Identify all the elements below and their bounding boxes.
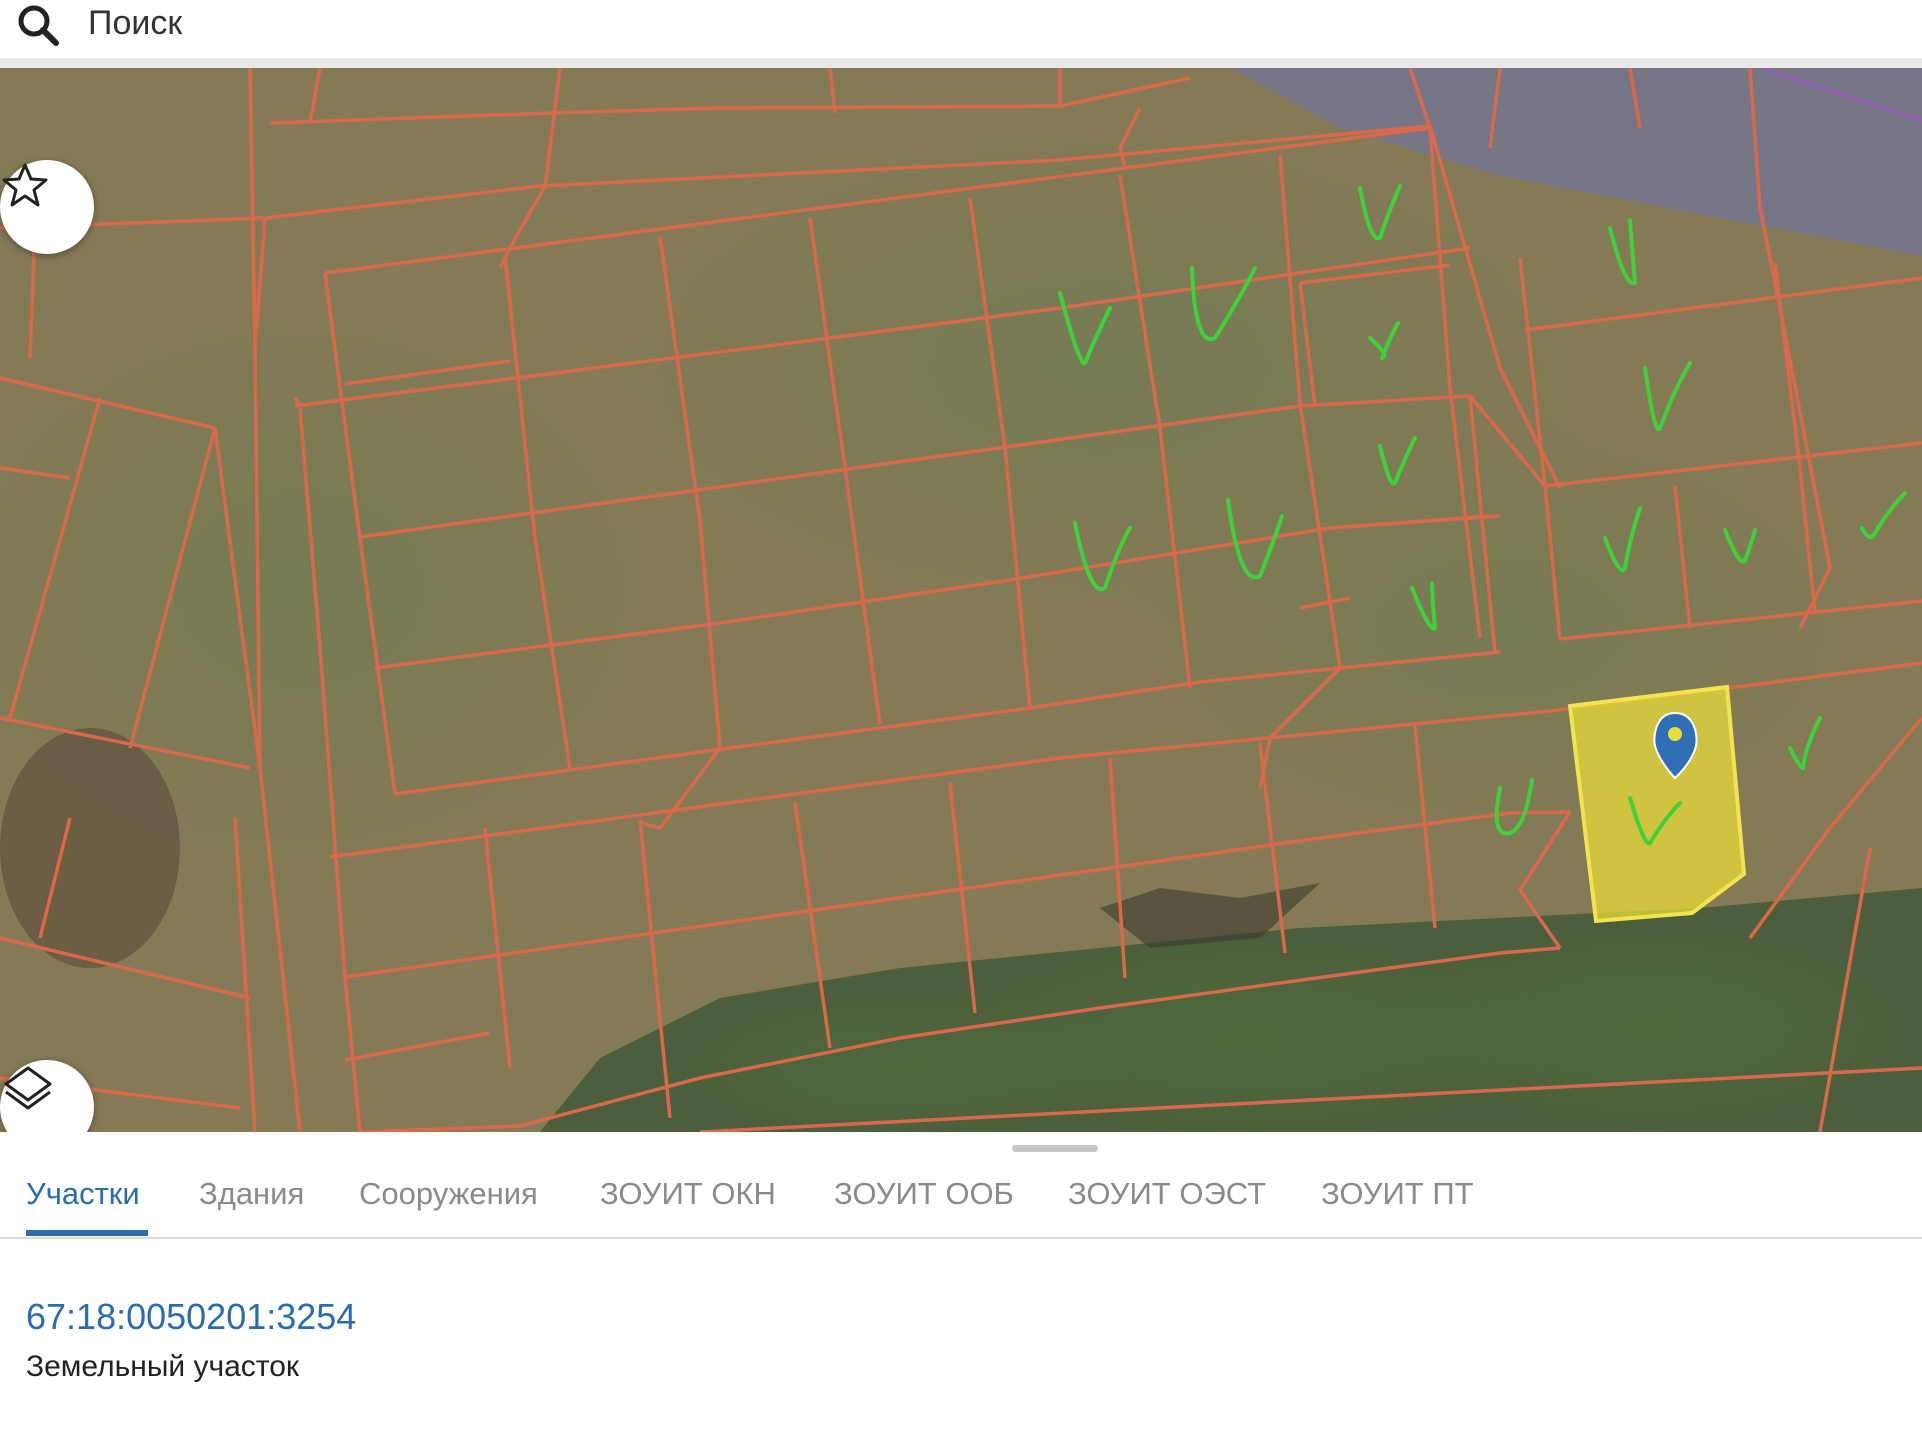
search-divider: [0, 58, 1922, 68]
layers-icon: [4, 1066, 52, 1110]
favorite-button[interactable]: [0, 160, 94, 254]
tab-bar: Участки Здания Сооружения ЗОУИТ ОКН ЗОУИ…: [0, 1148, 1922, 1238]
tab-buildings[interactable]: Здания: [199, 1168, 304, 1220]
object-type-label: Земельный участок: [26, 1350, 300, 1383]
star-icon: [2, 163, 48, 207]
tab-zouit-pt[interactable]: ЗОУИТ ПТ: [1321, 1168, 1474, 1220]
search-bar: [0, 0, 1922, 58]
active-tab-indicator: [26, 1230, 148, 1236]
tab-zouit-okn[interactable]: ЗОУИТ ОКН: [600, 1168, 776, 1220]
selected-parcel[interactable]: [1567, 684, 1747, 924]
map-canvas[interactable]: [0, 68, 1922, 1132]
tab-parcels[interactable]: Участки: [26, 1168, 140, 1220]
tab-zouit-oob[interactable]: ЗОУИТ ООБ: [834, 1168, 1014, 1220]
tabs-divider: [0, 1237, 1922, 1239]
search-icon[interactable]: [14, 2, 62, 50]
cadastral-number-link[interactable]: 67:18:0050201:3254: [26, 1296, 356, 1338]
map-view[interactable]: [0, 68, 1922, 1132]
search-input[interactable]: [88, 0, 888, 46]
tab-zouit-oest[interactable]: ЗОУИТ ОЭСТ: [1068, 1168, 1266, 1220]
tab-structures[interactable]: Сооружения: [359, 1168, 538, 1220]
